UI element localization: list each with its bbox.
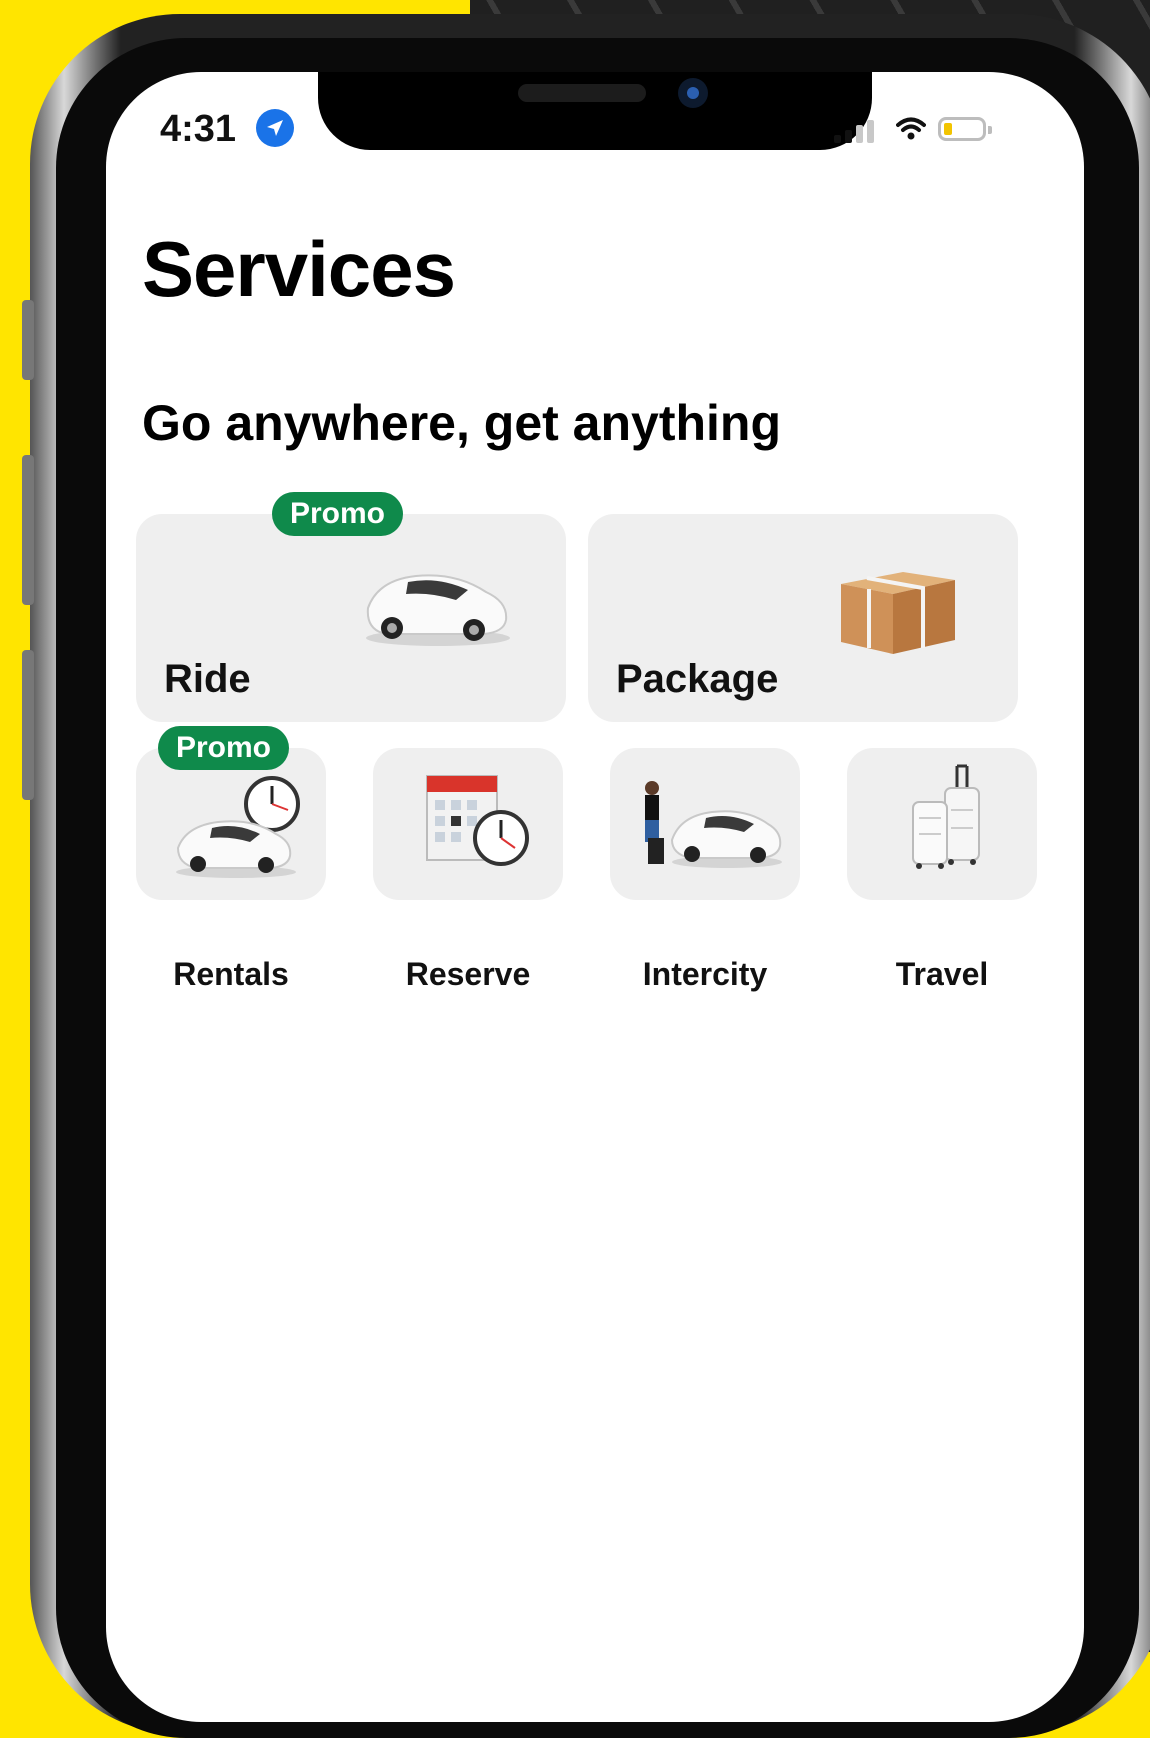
volume-down-button bbox=[22, 650, 34, 800]
car-icon bbox=[366, 574, 510, 646]
speaker bbox=[518, 84, 646, 102]
notch bbox=[318, 72, 872, 150]
battery-icon bbox=[938, 117, 992, 141]
location-arrow-icon bbox=[256, 109, 294, 147]
front-camera bbox=[678, 78, 708, 108]
page-title: Services bbox=[142, 225, 456, 313]
wifi-icon bbox=[896, 117, 926, 140]
rentals-card[interactable] bbox=[136, 748, 326, 900]
luggage-icon bbox=[912, 764, 980, 869]
car-clock-icon bbox=[176, 776, 300, 878]
travel-label: Travel bbox=[895, 956, 989, 992]
rentals-label: Rentals bbox=[173, 956, 289, 992]
phone-screen: 4:31 Services Go anywhere, get anything … bbox=[106, 72, 1084, 1722]
mute-switch bbox=[22, 300, 34, 380]
travel-card[interactable] bbox=[847, 748, 1037, 900]
package-card[interactable]: Package bbox=[588, 514, 1018, 722]
package-label: Package bbox=[616, 657, 779, 701]
package-icon bbox=[841, 572, 955, 654]
status-time: 4:31 bbox=[160, 108, 237, 150]
traveler-car-icon bbox=[645, 781, 782, 868]
section-title: Go anywhere, get anything bbox=[142, 395, 781, 451]
cellular-signal-icon bbox=[834, 120, 874, 143]
intercity-card[interactable] bbox=[610, 748, 800, 900]
rentals-promo-badge: Promo bbox=[158, 726, 290, 770]
reserve-card[interactable] bbox=[373, 748, 563, 900]
intercity-label: Intercity bbox=[642, 956, 768, 992]
reserve-label: Reserve bbox=[405, 956, 531, 992]
ride-promo-badge: Promo bbox=[272, 492, 404, 536]
ride-label: Ride bbox=[164, 657, 251, 701]
ride-card[interactable]: Ride bbox=[136, 514, 566, 722]
calendar-clock-icon bbox=[426, 775, 529, 866]
volume-up-button bbox=[22, 455, 34, 605]
